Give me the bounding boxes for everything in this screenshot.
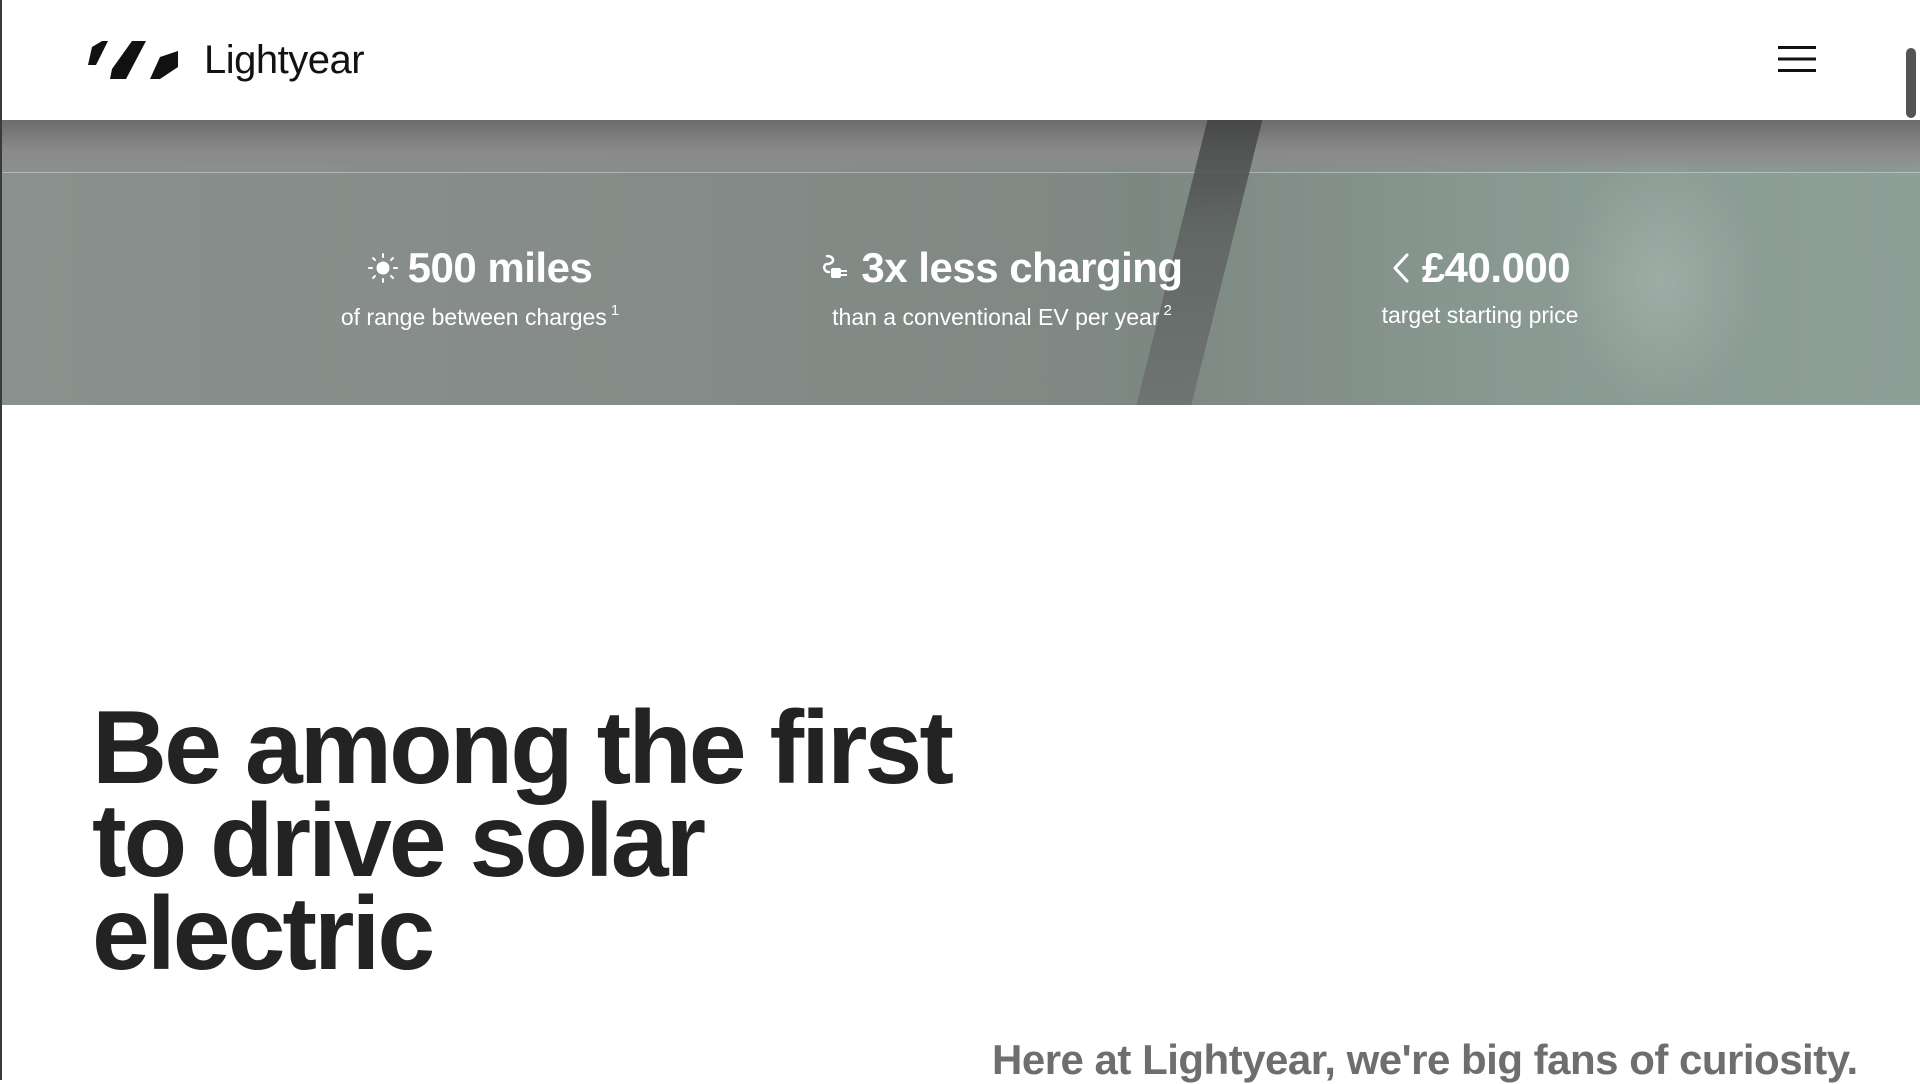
brand-name: Lightyear bbox=[204, 37, 365, 82]
sun-icon bbox=[367, 253, 398, 283]
brand-logo-link[interactable]: Lightyear bbox=[88, 34, 365, 86]
window-left-edge bbox=[0, 0, 2, 1080]
scrollbar-thumb[interactable] bbox=[1906, 48, 1916, 118]
site-header: Lightyear bbox=[0, 0, 1920, 120]
stat-charging: 3x less charging than a conventional EV … bbox=[812, 240, 1192, 331]
charging-plug-icon bbox=[821, 252, 851, 284]
footnote-1[interactable]: 1 bbox=[611, 302, 619, 319]
menu-button[interactable] bbox=[1770, 40, 1824, 82]
stat-range-label-text: of range between charges bbox=[340, 304, 607, 330]
stat-price: £40.000 target starting price bbox=[1330, 240, 1630, 329]
hero-stats-band: 500 miles of range between charges 1 3x l… bbox=[0, 120, 1920, 405]
footnote-2[interactable]: 2 bbox=[1163, 302, 1171, 319]
hamburger-menu-icon bbox=[1778, 44, 1816, 79]
stat-price-label: target starting price bbox=[1381, 302, 1579, 328]
intro-paragraph: Here at Lightyear, we're big fans of cur… bbox=[992, 1036, 1858, 1083]
stat-charging-label: than a conventional EV per year 2 bbox=[812, 302, 1192, 331]
stat-price-value: £40.000 bbox=[1421, 244, 1571, 291]
stat-charging-label-text: than a conventional EV per year bbox=[832, 304, 1160, 330]
stat-range-label: of range between charges 1 bbox=[330, 302, 630, 331]
lightyear-logo-icon bbox=[88, 39, 178, 81]
stat-range: 500 miles of range between charges 1 bbox=[330, 240, 630, 331]
stat-charging-value: 3x less charging bbox=[861, 244, 1183, 291]
stat-range-value: 500 miles bbox=[407, 244, 593, 291]
chevron-left-icon[interactable] bbox=[1390, 252, 1412, 284]
page-title: Be among the first to drive solar electr… bbox=[92, 690, 954, 992]
